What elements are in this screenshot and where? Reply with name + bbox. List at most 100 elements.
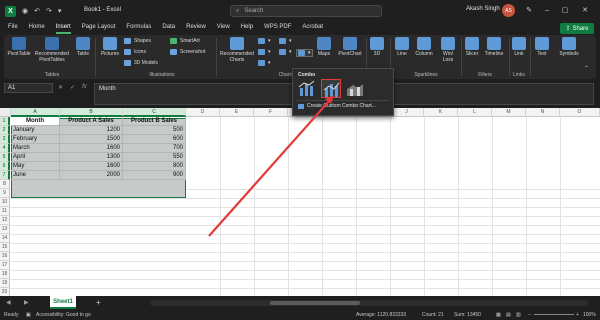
table-cell[interactable]: February (11, 135, 60, 144)
zoom-slider[interactable] (534, 314, 574, 315)
tab-data[interactable]: Data (162, 22, 175, 34)
row-header-7[interactable]: 7 (0, 171, 10, 180)
table-cell[interactable]: 1300 (60, 153, 123, 162)
table-cell[interactable]: 600 (123, 135, 186, 144)
pivotchart-button[interactable]: PivotChart (336, 35, 364, 57)
table-cell[interactable]: 700 (123, 144, 186, 153)
row-header-1[interactable]: 1 (0, 117, 10, 126)
tab-insert[interactable]: Insert (55, 22, 71, 34)
table-cell[interactable]: 550 (123, 153, 186, 162)
table-cell[interactable]: March (11, 144, 60, 153)
column-header-j[interactable]: J (390, 108, 424, 117)
row-header-2[interactable]: 2 (0, 126, 10, 135)
tab-review[interactable]: Review (186, 22, 206, 34)
page-layout-view-icon[interactable]: ▤ (506, 312, 511, 318)
table-cell[interactable]: April (11, 153, 60, 162)
tab-page-layout[interactable]: Page Layout (82, 22, 116, 34)
combo-chart-dropdown[interactable]: ▾ (296, 49, 313, 57)
pivottable-button[interactable]: PivotTable (6, 35, 32, 57)
row-header-17[interactable]: 17 (0, 261, 10, 270)
table-cell[interactable]: 800 (123, 162, 186, 171)
row-header-8[interactable]: 8 (0, 180, 10, 189)
row-header-4[interactable]: 4 (0, 144, 10, 153)
slicer-button[interactable]: Slicer (464, 35, 480, 57)
row-header-3[interactable]: 3 (0, 135, 10, 144)
close-icon[interactable]: ✕ (578, 4, 592, 17)
prev-sheet-icon[interactable]: ◀ (6, 299, 11, 306)
link-button[interactable]: Link (512, 35, 526, 57)
redo-icon[interactable]: ↷ (46, 7, 52, 15)
avatar[interactable]: AS (502, 4, 515, 17)
accessibility-status[interactable]: Accessibility: Good to go (36, 312, 91, 318)
sparkline-line-button[interactable]: Line (394, 35, 410, 57)
row-header-12[interactable]: 12 (0, 216, 10, 225)
create-custom-combo-chart-item[interactable]: Create Custom Combo Chart... (298, 103, 376, 109)
recommended-charts-button[interactable]: Recommended Charts (220, 35, 254, 63)
normal-view-icon[interactable]: ▦ (496, 312, 501, 318)
timeline-button[interactable]: Timeline (482, 35, 506, 57)
tab-acrobat[interactable]: Acrobat (302, 22, 323, 34)
zoom-in-icon[interactable]: + (576, 312, 579, 318)
enter-icon[interactable]: ✓ (70, 84, 75, 91)
row-header-20[interactable]: 20 (0, 288, 10, 296)
symbols-button[interactable]: Symbols (556, 35, 582, 57)
clustered-column-line-secondary-axis-option[interactable] (321, 79, 341, 98)
minimize-icon[interactable]: – (540, 4, 554, 17)
sparkline-column-button[interactable]: Column (412, 35, 436, 57)
column-header-o[interactable]: O (560, 108, 600, 117)
table-button[interactable]: Table (74, 35, 92, 57)
column-header-d[interactable]: D (186, 108, 220, 117)
undo-icon[interactable]: ↶ (34, 7, 40, 15)
smartart-button[interactable]: SmartArt (170, 38, 200, 44)
table-cell[interactable]: January (11, 126, 60, 135)
table-cell[interactable]: 500 (123, 126, 186, 135)
column-chart-dropdown[interactable]: ▾ (258, 38, 271, 44)
screenshot-button[interactable]: Screenshot (170, 49, 205, 55)
3d-models-button[interactable]: 3D Models (124, 60, 158, 66)
hierarchy-chart-dropdown[interactable]: ▾ (258, 49, 271, 55)
shapes-button[interactable]: Shapes (124, 38, 151, 44)
row-header-6[interactable]: 6 (0, 162, 10, 171)
stacked-area-clustered-column-option[interactable] (345, 79, 365, 98)
table-cell[interactable]: 2000 (60, 171, 123, 180)
table-header-cell[interactable]: Month (11, 117, 60, 126)
macro-record-icon[interactable]: ▣ (26, 312, 31, 318)
row-header-13[interactable]: 13 (0, 225, 10, 234)
column-header-n[interactable]: N (526, 108, 560, 117)
horizontal-scrollbar[interactable] (150, 300, 588, 306)
share-button[interactable]: ⇪ Share (560, 23, 594, 34)
search-box[interactable]: ⌕ Search (230, 5, 382, 17)
row-header-14[interactable]: 14 (0, 234, 10, 243)
row-header-9[interactable]: 9 (0, 189, 10, 198)
customize-qat-icon[interactable]: ▾ (58, 7, 62, 15)
column-header-m[interactable]: M (492, 108, 526, 117)
column-header-e[interactable]: E (220, 108, 254, 117)
column-header-a[interactable]: A (11, 108, 60, 117)
waterfall-chart-dropdown[interactable]: ▾ (279, 49, 292, 55)
column-header-b[interactable]: B (60, 108, 123, 117)
tab-view[interactable]: View (217, 22, 230, 34)
row-header-19[interactable]: 19 (0, 279, 10, 288)
line-chart-dropdown[interactable]: ▾ (279, 38, 292, 44)
table-cell[interactable]: May (11, 162, 60, 171)
column-header-l[interactable]: L (458, 108, 492, 117)
autosave-toggle-icon[interactable]: ◉ (22, 7, 28, 15)
column-header-k[interactable]: K (424, 108, 458, 117)
table-cell[interactable]: 900 (123, 171, 186, 180)
table-header-cell[interactable]: Product A Sales (60, 117, 123, 126)
tab-help[interactable]: Help (241, 22, 253, 34)
table-cell[interactable]: 1600 (60, 162, 123, 171)
table-cell[interactable]: 1600 (60, 144, 123, 153)
pie-chart-dropdown[interactable]: ▾ (258, 60, 271, 66)
tab-formulas[interactable]: Formulas (126, 22, 151, 34)
name-box[interactable]: A1 (4, 83, 53, 93)
table-cell[interactable]: 1500 (60, 135, 123, 144)
next-sheet-icon[interactable]: ▶ (24, 299, 29, 306)
page-break-view-icon[interactable]: ▥ (516, 312, 521, 318)
pictures-button[interactable]: Pictures (98, 35, 122, 57)
3d-map-button[interactable]: 3D (370, 35, 384, 57)
table-header-cell[interactable]: Product B Sales (123, 117, 186, 126)
text-button[interactable]: Text (534, 35, 550, 57)
add-sheet-icon[interactable]: + (96, 298, 101, 307)
row-header-10[interactable]: 10 (0, 198, 10, 207)
